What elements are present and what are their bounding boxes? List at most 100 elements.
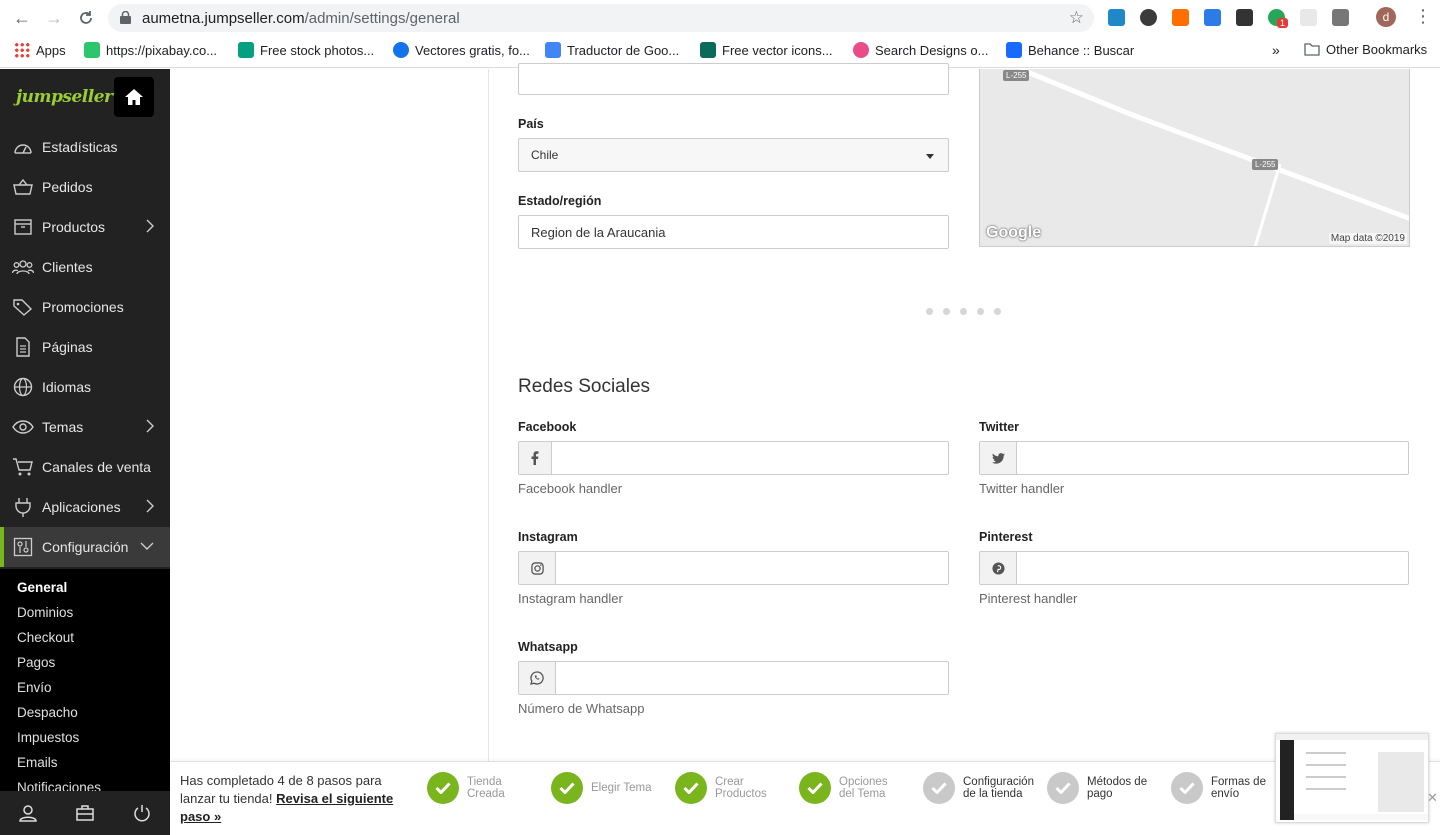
submenu-checkout[interactable]: Checkout xyxy=(17,630,74,645)
instagram-icon xyxy=(519,552,556,584)
apps-grid-icon xyxy=(14,42,30,58)
bookmarks-overflow-icon[interactable]: » xyxy=(1272,42,1280,58)
extension-icon[interactable]: 1 xyxy=(1268,9,1289,28)
address-bar[interactable]: aumetna.jumpseller.com/admin/settings/ge… xyxy=(108,4,1094,32)
carousel-dot[interactable] xyxy=(926,308,933,315)
bookmark-apps[interactable]: Apps xyxy=(14,42,66,58)
behance-icon xyxy=(1006,42,1022,58)
whatsapp-input-group xyxy=(518,661,949,695)
settings-submenu: General Dominios Checkout Pagos Envío De… xyxy=(0,569,170,791)
extension-icon[interactable] xyxy=(1108,9,1125,26)
bookmark-traductor[interactable]: Traductor de Goo... xyxy=(545,42,679,58)
bookmark-stock-photos[interactable]: Free stock photos... xyxy=(238,42,374,58)
sidebar-item-pedidos[interactable]: Pedidos xyxy=(0,167,170,207)
cart-icon xyxy=(12,456,34,478)
submenu-notificaciones[interactable]: Notificaciones xyxy=(17,780,101,791)
extension-icon[interactable] xyxy=(1236,9,1253,26)
bookmark-star-icon[interactable]: ☆ xyxy=(1069,8,1084,28)
folder-icon xyxy=(1304,43,1320,56)
submenu-envio[interactable]: Envío xyxy=(17,680,52,695)
pais-label: País xyxy=(518,117,544,131)
reload-icon[interactable] xyxy=(74,6,98,30)
briefcase-icon[interactable] xyxy=(76,805,94,821)
sidebar-item-promociones[interactable]: Promociones xyxy=(0,287,170,327)
forward-icon[interactable]: → xyxy=(42,6,66,30)
step-opciones-del-tema[interactable]: Opciones del Tema xyxy=(799,772,888,804)
power-icon[interactable] xyxy=(133,804,151,822)
map-attribution: Map data ©2019 xyxy=(1328,233,1407,244)
bookmark-vectores[interactable]: Vectores gratis, fo... xyxy=(393,42,530,58)
sidebar-item-productos[interactable]: Productos xyxy=(0,207,170,247)
sidebar-item-paginas[interactable]: Páginas xyxy=(0,327,170,367)
bookmark-dribbble[interactable]: Search Designs o... xyxy=(853,42,988,58)
twitter-label: Twitter xyxy=(979,420,1020,434)
tag-icon xyxy=(12,296,34,318)
pais-select[interactable]: Chile xyxy=(518,138,949,172)
facebook-input[interactable] xyxy=(552,442,948,474)
carousel-dot[interactable] xyxy=(994,308,1001,315)
browser-menu-icon[interactable]: ⋮ xyxy=(1414,6,1432,27)
page-icon xyxy=(12,336,34,358)
translate-icon xyxy=(545,42,561,58)
submenu-general[interactable]: General xyxy=(17,580,67,595)
extension-icon[interactable] xyxy=(1172,9,1189,26)
sidebar-item-temas[interactable]: Temas xyxy=(0,407,170,447)
sidebar-item-canales-de-venta[interactable]: Canales de venta xyxy=(0,447,170,487)
step-configuracion-tienda[interactable]: Configuración de la tienda xyxy=(923,772,1034,804)
instagram-label: Instagram xyxy=(518,530,578,544)
twitter-input[interactable] xyxy=(1017,442,1408,474)
bookmark-vector-icons[interactable]: Free vector icons... xyxy=(700,42,833,58)
dribbble-icon xyxy=(853,42,869,58)
extension-icon[interactable] xyxy=(1332,9,1349,26)
step-tienda-creada[interactable]: Tienda Creada xyxy=(427,772,505,804)
close-icon[interactable]: ✕ xyxy=(1427,790,1438,806)
bookmark-behance[interactable]: Behance :: Buscar xyxy=(1006,42,1134,58)
social-section-title: Redes Sociales xyxy=(518,376,651,397)
basket-icon xyxy=(12,176,34,198)
screenshot-thumbnail[interactable] xyxy=(1275,733,1429,823)
whatsapp-input[interactable] xyxy=(556,662,948,694)
submenu-despacho[interactable]: Despacho xyxy=(17,705,78,720)
whatsapp-label: Whatsapp xyxy=(518,640,578,654)
extension-icon[interactable] xyxy=(1300,9,1317,26)
address-field[interactable] xyxy=(518,63,949,95)
plug-icon xyxy=(12,496,34,518)
submenu-pagos[interactable]: Pagos xyxy=(17,655,55,670)
sidebar-item-aplicaciones[interactable]: Aplicaciones xyxy=(0,487,170,527)
submenu-emails[interactable]: Emails xyxy=(17,755,58,770)
freepik-icon xyxy=(393,42,409,58)
settings-form: País Chile Estado/región Region de la Ar… xyxy=(170,63,1440,761)
extension-icon[interactable] xyxy=(1140,9,1157,26)
chevron-right-icon xyxy=(146,219,154,233)
submenu-impuestos[interactable]: Impuestos xyxy=(17,730,79,745)
extension-icon[interactable] xyxy=(1204,9,1221,26)
carousel-dot[interactable] xyxy=(943,308,950,315)
submenu-dominios[interactable]: Dominios xyxy=(17,605,73,620)
step-crear-productos[interactable]: Crear Productos xyxy=(675,772,767,804)
sidebar-item-idiomas[interactable]: Idiomas xyxy=(0,367,170,407)
location-map[interactable]: L-255 L-255 Google Map data ©2019 xyxy=(979,69,1410,247)
settings-icon xyxy=(12,536,34,558)
step-metodos-pago[interactable]: Métodos de pago xyxy=(1047,772,1147,804)
bookmark-other[interactable]: Other Bookmarks xyxy=(1304,42,1427,57)
bookmark-pixabay[interactable]: https://pixabay.co... xyxy=(84,42,217,58)
sidebar-item-configuracion[interactable]: Configuración xyxy=(0,527,170,567)
user-icon[interactable] xyxy=(19,804,38,822)
profile-avatar[interactable]: d xyxy=(1376,7,1396,27)
region-input[interactable]: Region de la Araucania xyxy=(518,215,949,249)
facebook-icon xyxy=(519,442,552,474)
carousel-dot[interactable] xyxy=(977,308,984,315)
pinterest-input-group xyxy=(979,551,1409,585)
check-icon xyxy=(675,772,707,804)
carousel-dot[interactable] xyxy=(960,308,967,315)
pinterest-input[interactable] xyxy=(1017,552,1408,584)
instagram-input[interactable] xyxy=(556,552,948,584)
jumpseller-logo[interactable]: jumpseller xyxy=(0,69,170,127)
sidebar-item-estadisticas[interactable]: Estadísticas xyxy=(0,127,170,167)
home-button[interactable] xyxy=(114,77,154,117)
step-formas-envio[interactable]: Formas de envío xyxy=(1171,772,1266,804)
step-elegir-tema[interactable]: Elegir Tema xyxy=(551,772,652,804)
sidebar-item-clientes[interactable]: Clientes xyxy=(0,247,170,287)
back-icon[interactable]: ← xyxy=(10,6,34,30)
region-label: Estado/región xyxy=(518,194,602,208)
